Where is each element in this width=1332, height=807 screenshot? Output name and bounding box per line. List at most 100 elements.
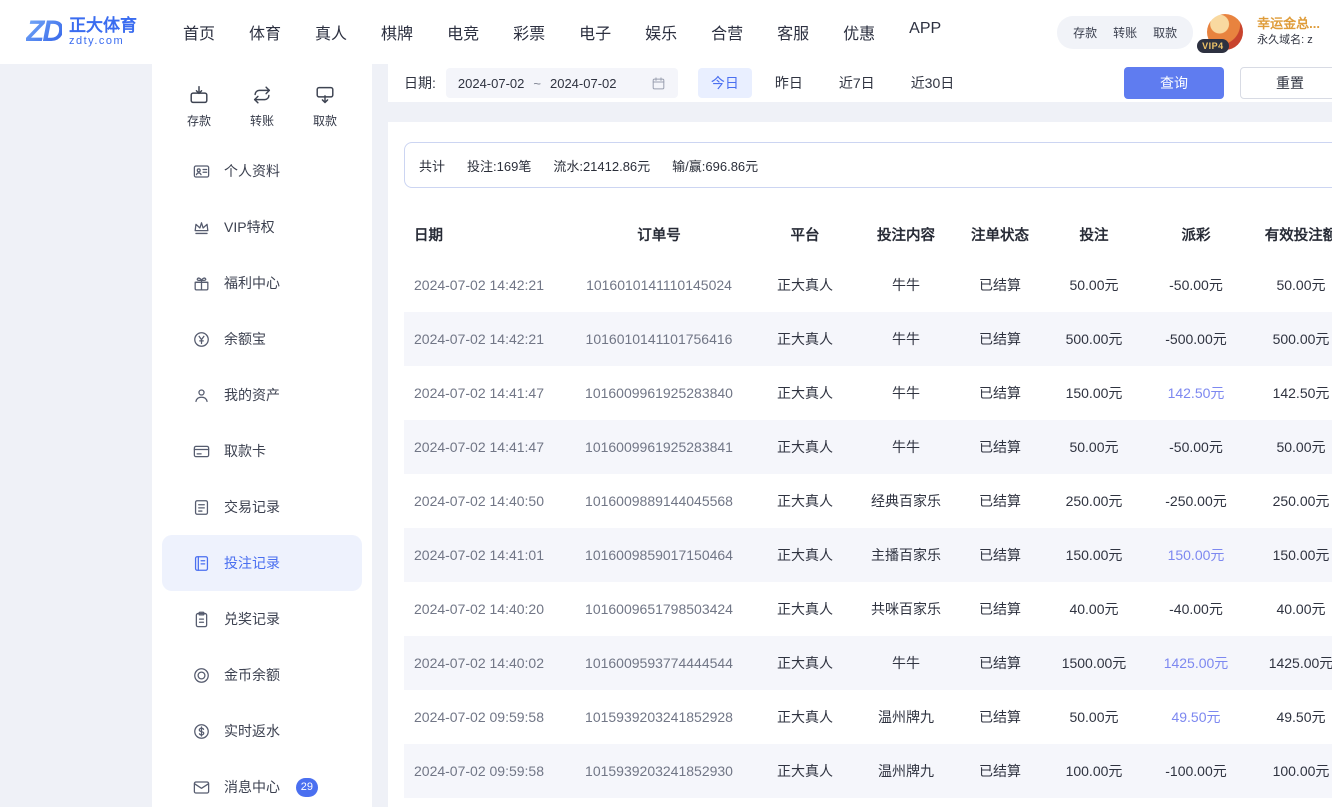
header-date: 日期: [404, 224, 564, 245]
nav-item-esports[interactable]: 电竞: [447, 20, 479, 44]
cell-content: 牛牛: [856, 275, 956, 295]
header-deposit-link[interactable]: 存款: [1073, 24, 1097, 41]
nav-item-lottery[interactable]: 彩票: [513, 20, 545, 44]
header-transfer-link[interactable]: 转账: [1113, 24, 1137, 41]
profile-card-icon: [192, 162, 211, 181]
cell-status: 已结算: [956, 383, 1044, 403]
header-withdraw-link[interactable]: 取款: [1153, 24, 1177, 41]
cell-status: 已结算: [956, 707, 1044, 727]
table-row: 2024-07-02 09:59:58 1015939203241852930 …: [404, 744, 1332, 798]
quick-action-withdraw[interactable]: 取款: [302, 84, 348, 129]
cell-bet: 150.00元: [1044, 545, 1144, 565]
sidebar-item-bet-records[interactable]: 投注记录: [162, 535, 362, 591]
cell-status: 已结算: [956, 491, 1044, 511]
search-button[interactable]: 查询: [1124, 67, 1224, 99]
quick-action-deposit[interactable]: 存款: [176, 84, 222, 129]
cell-payout: -250.00元: [1144, 491, 1248, 511]
withdraw-icon: [314, 84, 336, 106]
cell-valid: 500.00元: [1248, 329, 1332, 349]
cell-valid: 50.00元: [1248, 275, 1332, 295]
cell-bet: 100.00元: [1044, 761, 1144, 781]
sidebar-item-transactions[interactable]: 交易记录: [152, 479, 372, 535]
quick-filter-7days[interactable]: 近7日: [826, 68, 888, 98]
cell-platform: 正大真人: [754, 707, 856, 727]
filter-bar: 日期: 2024-07-02 ~ 2024-07-02 今日 昨日 近7日 近3…: [388, 64, 1332, 102]
quick-filter-yesterday[interactable]: 昨日: [762, 68, 816, 98]
sidebar-item-withdraw-card[interactable]: 取款卡: [152, 423, 372, 479]
sidebar-item-messages[interactable]: 消息中心 29: [152, 759, 372, 807]
sidebar-item-label: 取款卡: [224, 441, 266, 461]
table-row: 2024-07-02 14:42:21 1016010141101756416 …: [404, 312, 1332, 366]
rebate-icon: [192, 722, 211, 741]
quick-date-filters: 今日 昨日 近7日 近30日: [698, 68, 967, 98]
cell-payout: -100.00元: [1144, 761, 1248, 781]
cell-order: 1016010141110145024: [564, 277, 754, 293]
sidebar-item-label: VIP特权: [224, 217, 275, 237]
sidebar: 存款 转账 取款 个人资料: [152, 64, 372, 807]
sidebar-item-profile[interactable]: 个人资料: [152, 143, 372, 199]
yuan-circle-icon: [192, 330, 211, 349]
nav-item-home[interactable]: 首页: [183, 20, 215, 44]
sidebar-item-redeem-records[interactable]: 兑奖记录: [152, 591, 372, 647]
cell-bet: 40.00元: [1044, 599, 1144, 619]
quick-filter-30days[interactable]: 近30日: [898, 68, 968, 98]
brand-name: 正大体育: [69, 16, 137, 36]
bet-records-icon: [192, 554, 211, 573]
cell-bet: 150.00元: [1044, 383, 1144, 403]
cell-date: 2024-07-02 14:40:02: [404, 655, 564, 671]
main-nav: 首页 体育 真人 棋牌 电竞 彩票 电子 娱乐 合营 客服 优惠 APP: [183, 20, 941, 44]
nav-item-entertainment[interactable]: 娱乐: [645, 20, 677, 44]
summary-prefix: 共计: [419, 156, 445, 175]
cell-content: 主播百家乐: [856, 545, 956, 565]
sidebar-item-label: 我的资产: [224, 385, 280, 405]
sidebar-item-label: 兑奖记录: [224, 609, 280, 629]
header-valid: 有效投注额: [1248, 224, 1332, 245]
cell-status: 已结算: [956, 329, 1044, 349]
records-card: 共计 投注:169笔 流水:21412.86元 输/赢:696.86元 日期 订…: [388, 122, 1332, 807]
sidebar-item-assets[interactable]: 我的资产: [152, 367, 372, 423]
sidebar-item-vip[interactable]: VIP特权: [152, 199, 372, 255]
table-row: 2024-07-02 14:40:50 1016009889144045568 …: [404, 474, 1332, 528]
nav-item-slots[interactable]: 电子: [579, 20, 611, 44]
cell-status: 已结算: [956, 275, 1044, 295]
cell-date: 2024-07-02 09:59:58: [404, 763, 564, 779]
sidebar-item-label: 福利中心: [224, 273, 280, 293]
brand-domain: zdty.com: [69, 35, 137, 48]
nav-item-customer-service[interactable]: 客服: [777, 20, 809, 44]
sidebar-item-coin-balance[interactable]: 金币余额: [152, 647, 372, 703]
brand-text: 正大体育 zdty.com: [69, 16, 137, 48]
cell-payout: 142.50元: [1144, 383, 1248, 403]
cell-order: 1016009889144045568: [564, 493, 754, 509]
assets-icon: [192, 386, 211, 405]
brand-logo[interactable]: ZD 正大体育 zdty.com: [26, 15, 137, 49]
nav-item-chess[interactable]: 棋牌: [381, 20, 413, 44]
sidebar-item-rebate[interactable]: 实时返水: [152, 703, 372, 759]
quick-action-transfer[interactable]: 转账: [239, 84, 285, 129]
cell-platform: 正大真人: [754, 491, 856, 511]
sidebar-item-welfare[interactable]: 福利中心: [152, 255, 372, 311]
cell-platform: 正大真人: [754, 329, 856, 349]
gift-icon: [192, 274, 211, 293]
nav-item-partnership[interactable]: 合营: [711, 20, 743, 44]
cell-payout: 1425.00元: [1144, 653, 1248, 673]
quick-filter-today[interactable]: 今日: [698, 68, 752, 98]
cell-order: 1015939203241852928: [564, 709, 754, 725]
nav-item-promotions[interactable]: 优惠: [843, 20, 875, 44]
cell-order: 1016009651798503424: [564, 601, 754, 617]
header-payout: 派彩: [1144, 224, 1248, 245]
coin-icon: [192, 666, 211, 685]
cell-valid: 150.00元: [1248, 545, 1332, 565]
cell-platform: 正大真人: [754, 275, 856, 295]
date-separator: ~: [533, 76, 541, 91]
header-content: 投注内容: [856, 224, 956, 245]
nav-item-sports[interactable]: 体育: [249, 20, 281, 44]
nav-item-app[interactable]: APP: [909, 20, 941, 44]
cell-valid: 40.00元: [1248, 599, 1332, 619]
cell-valid: 142.50元: [1248, 383, 1332, 403]
date-range-picker[interactable]: 2024-07-02 ~ 2024-07-02: [446, 68, 678, 98]
bank-card-icon: [192, 442, 211, 461]
reset-button[interactable]: 重置: [1240, 67, 1332, 99]
nav-item-live-casino[interactable]: 真人: [315, 20, 347, 44]
sidebar-item-label: 交易记录: [224, 497, 280, 517]
sidebar-item-yuebao[interactable]: 余额宝: [152, 311, 372, 367]
